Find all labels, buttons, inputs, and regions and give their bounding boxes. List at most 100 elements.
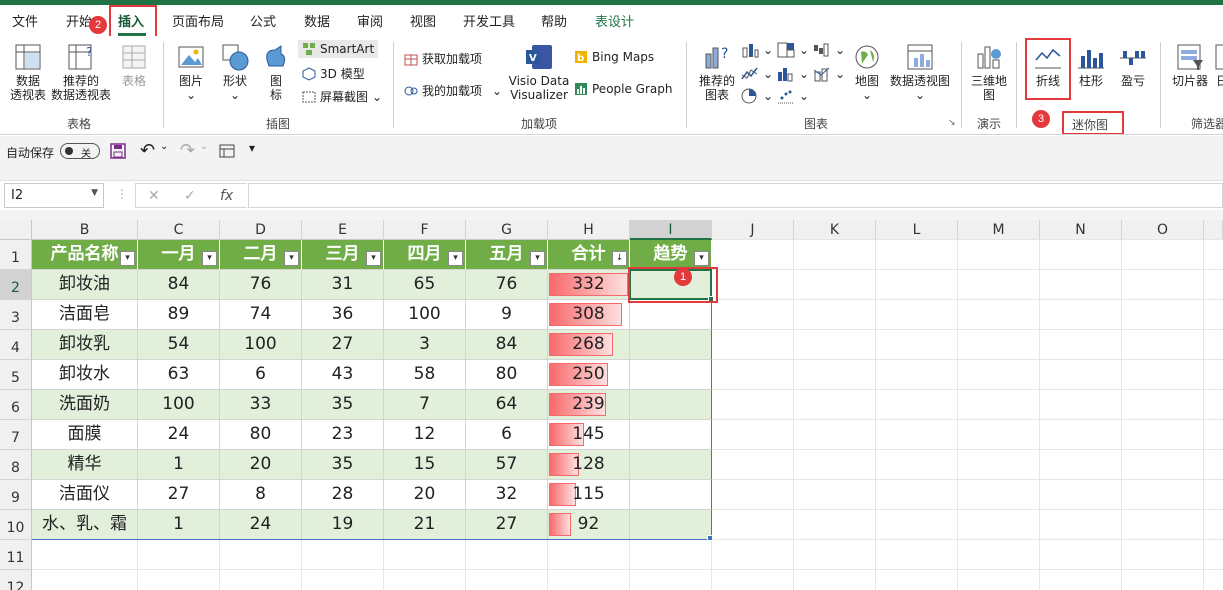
undo-dropdown-icon[interactable]: ⌄ bbox=[160, 141, 168, 152]
table-header-cell[interactable]: 五月 ▾ bbox=[466, 240, 548, 270]
table-header-cell[interactable]: 一月 ▾ bbox=[138, 240, 220, 270]
table-cell[interactable]: 12 bbox=[384, 420, 466, 450]
redo-icon[interactable]: ↷ bbox=[180, 140, 195, 161]
table-cell[interactable]: 1 bbox=[138, 510, 220, 540]
row-header-4[interactable]: 4 bbox=[0, 330, 32, 360]
table-cell[interactable]: 31 bbox=[302, 270, 384, 300]
smartart-button[interactable]: SmartArt bbox=[298, 40, 379, 58]
trend-cell[interactable] bbox=[630, 450, 712, 480]
table-cell[interactable]: 100 bbox=[220, 330, 302, 360]
column-header-b[interactable]: B bbox=[32, 220, 138, 240]
filter-dropdown-icon[interactable]: ▾ bbox=[284, 251, 299, 266]
table-cell[interactable]: 27 bbox=[138, 480, 220, 510]
filter-dropdown-icon[interactable]: ▾ bbox=[120, 251, 135, 266]
table-cell[interactable]: 89 bbox=[138, 300, 220, 330]
table-cell[interactable]: 145 bbox=[548, 420, 630, 450]
statistic-chart-button[interactable]: ⌄ bbox=[777, 66, 809, 82]
line-chart-button[interactable]: ⌄ bbox=[741, 66, 773, 82]
column-header-d[interactable]: D bbox=[220, 220, 302, 240]
bing-maps-button[interactable]: b Bing Maps bbox=[574, 50, 654, 64]
trend-cell[interactable] bbox=[630, 300, 712, 330]
column-header-f[interactable]: F bbox=[384, 220, 466, 240]
tab-table-design[interactable]: 表设计 bbox=[595, 11, 634, 30]
table-header-cell[interactable]: 二月 ▾ bbox=[220, 240, 302, 270]
pictures-button[interactable]: 图片 ⌄ bbox=[172, 42, 210, 102]
table-cell[interactable]: 76 bbox=[466, 270, 548, 300]
row-header-11[interactable]: 11 bbox=[0, 540, 32, 570]
enter-icon[interactable]: ✓ bbox=[184, 188, 196, 204]
cancel-icon[interactable]: ✕ bbox=[148, 188, 160, 204]
table-cell[interactable]: 27 bbox=[302, 330, 384, 360]
pivot-table-button[interactable]: 数据 透视表 bbox=[8, 42, 48, 102]
table-cell[interactable]: 面膜 bbox=[32, 420, 138, 450]
waterfall-chart-button[interactable]: ⌄ bbox=[813, 42, 845, 58]
table-cell[interactable]: 58 bbox=[384, 360, 466, 390]
table-cell[interactable]: 74 bbox=[220, 300, 302, 330]
timeline-button[interactable]: 日 bbox=[1212, 42, 1223, 88]
row-header-8[interactable]: 8 bbox=[0, 450, 32, 480]
table-cell[interactable]: 35 bbox=[302, 450, 384, 480]
table-cell[interactable]: 65 bbox=[384, 270, 466, 300]
table-cell[interactable]: 250 bbox=[548, 360, 630, 390]
shapes-button[interactable]: 形状 ⌄ bbox=[216, 42, 254, 102]
table-cell[interactable]: 115 bbox=[548, 480, 630, 510]
table-cell[interactable]: 24 bbox=[138, 420, 220, 450]
trend-cell[interactable] bbox=[630, 420, 712, 450]
tab-review[interactable]: 审阅 bbox=[357, 11, 383, 30]
table-cell[interactable]: 128 bbox=[548, 450, 630, 480]
scatter-chart-button[interactable]: ⌄ bbox=[777, 88, 809, 104]
undo-icon[interactable]: ↶ bbox=[140, 140, 155, 161]
table-button[interactable]: 表格 bbox=[115, 42, 153, 88]
row-header-7[interactable]: 7 bbox=[0, 420, 32, 450]
tab-data[interactable]: 数据 bbox=[304, 11, 330, 30]
table-cell[interactable]: 19 bbox=[302, 510, 384, 540]
table-cell[interactable]: 64 bbox=[466, 390, 548, 420]
my-addins-button[interactable]: 我的加载项 ⌄ bbox=[404, 82, 502, 99]
save-icon[interactable] bbox=[110, 143, 126, 159]
form-icon[interactable] bbox=[219, 144, 235, 158]
table-cell[interactable]: 8 bbox=[220, 480, 302, 510]
filter-dropdown-icon[interactable]: ▾ bbox=[694, 251, 709, 266]
trend-cell[interactable] bbox=[630, 390, 712, 420]
customize-qat-icon[interactable]: ▾ bbox=[249, 141, 255, 155]
insert-function-icon[interactable]: fx bbox=[220, 188, 233, 204]
row-header-3[interactable]: 3 bbox=[0, 300, 32, 330]
column-header-e[interactable]: E bbox=[302, 220, 384, 240]
get-addins-button[interactable]: 获取加载项 bbox=[404, 50, 482, 67]
table-cell[interactable]: 20 bbox=[220, 450, 302, 480]
icons-button[interactable]: 图 标 bbox=[258, 42, 294, 102]
table-cell[interactable]: 卸妆油 bbox=[32, 270, 138, 300]
filter-dropdown-icon[interactable]: ▾ bbox=[530, 251, 545, 266]
screenshot-button[interactable]: 屏幕截图 ⌄ bbox=[302, 88, 382, 105]
column-header-k[interactable]: K bbox=[794, 220, 876, 240]
tab-view[interactable]: 视图 bbox=[410, 11, 436, 30]
table-cell[interactable]: 23 bbox=[302, 420, 384, 450]
table-cell[interactable]: 水、乳、霜 bbox=[32, 510, 138, 540]
table-cell[interactable]: 洁面皂 bbox=[32, 300, 138, 330]
table-header-cell[interactable]: 产品名称 ▾ bbox=[32, 240, 138, 270]
table-cell[interactable]: 63 bbox=[138, 360, 220, 390]
table-cell[interactable]: 92 bbox=[548, 510, 630, 540]
tab-formulas[interactable]: 公式 bbox=[250, 11, 276, 30]
column-header-l[interactable]: L bbox=[876, 220, 958, 240]
table-header-cell[interactable]: 趋势 ▾ bbox=[630, 240, 712, 270]
table-resize-handle[interactable] bbox=[707, 535, 713, 541]
table-header-cell[interactable]: 三月 ▾ bbox=[302, 240, 384, 270]
table-cell[interactable]: 84 bbox=[138, 270, 220, 300]
table-cell[interactable]: 20 bbox=[384, 480, 466, 510]
chevron-down-icon[interactable]: ▼ bbox=[91, 188, 98, 198]
trend-cell[interactable] bbox=[630, 360, 712, 390]
table-cell[interactable]: 15 bbox=[384, 450, 466, 480]
table-cell[interactable]: 6 bbox=[466, 420, 548, 450]
table-header-cell[interactable]: 四月 ▾ bbox=[384, 240, 466, 270]
recommended-pivot-button[interactable]: ? 推荐的 数据透视表 bbox=[50, 42, 112, 102]
select-all-corner[interactable] bbox=[0, 220, 32, 240]
filter-dropdown-icon[interactable]: ▾ bbox=[366, 251, 381, 266]
table-cell[interactable]: 21 bbox=[384, 510, 466, 540]
redo-dropdown-icon[interactable]: ⌄ bbox=[200, 141, 208, 152]
trend-cell[interactable] bbox=[630, 480, 712, 510]
column-header-h[interactable]: H bbox=[548, 220, 630, 240]
slicer-button[interactable]: 切片器 bbox=[1168, 42, 1212, 88]
3d-map-button[interactable]: 三维地 图 bbox=[968, 42, 1010, 102]
name-box[interactable]: I2 ▼ bbox=[4, 183, 104, 208]
